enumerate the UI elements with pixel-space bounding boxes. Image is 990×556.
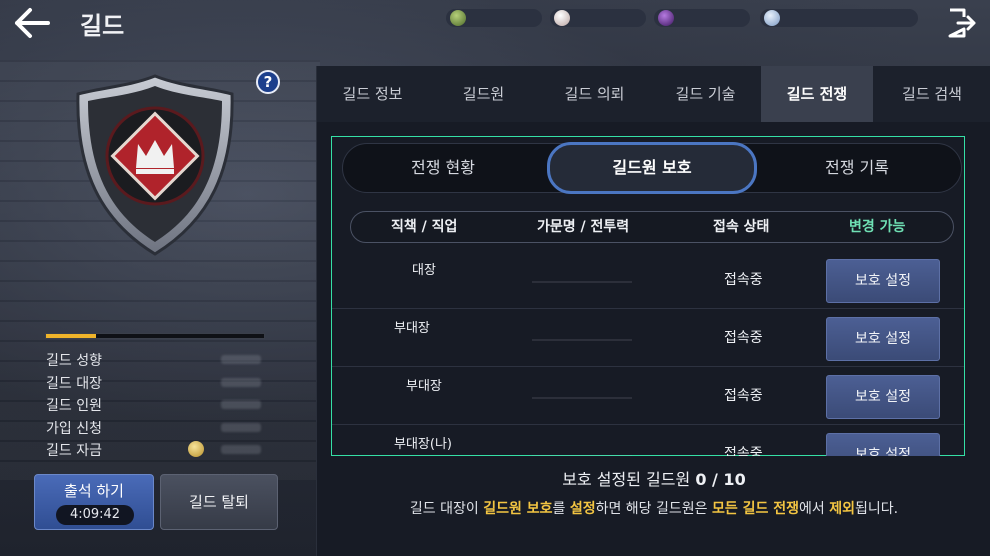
info-row-funds: 길드 자금 (46, 440, 276, 463)
notice-text: 됩니다. (855, 501, 899, 517)
notice-text: 길드 대장이 (409, 501, 484, 517)
table-row: 대장 접속중 보호 설정 (332, 251, 964, 309)
exit-door-icon (948, 8, 976, 38)
blurred-value (221, 355, 261, 364)
guild-emblem (70, 70, 240, 260)
currency-green-gem[interactable] (446, 9, 542, 27)
member-status: 접속중 (724, 330, 763, 346)
tab-members[interactable]: 길드원 (428, 66, 539, 122)
guild-panel: 길드 정보 길드원 길드 의뢰 길드 기술 길드 전쟁 길드 검색 전쟁 현황 … (316, 66, 990, 556)
header-family-power: 가문명 / 전투력 (537, 219, 630, 235)
currency-silver-coin[interactable] (760, 9, 918, 27)
member-rank: 부대장 (394, 321, 430, 336)
table-header: 직책 / 직업 가문명 / 전투력 접속 상태 변경 가능 (350, 211, 954, 243)
subtab-war-status[interactable]: 전쟁 현황 (343, 144, 543, 192)
member-status: 접속중 (724, 272, 763, 288)
protected-count-value: 0 / 10 (695, 470, 746, 489)
info-label: 가입 신청 (46, 420, 102, 437)
member-rank: 대장 (412, 263, 436, 278)
member-status: 접속중 (724, 388, 763, 404)
protect-setting-button[interactable]: 보호 설정 (826, 375, 940, 419)
table-row: 부대장 접속중 보호 설정 (332, 309, 964, 367)
blurred-family (532, 397, 632, 399)
info-label: 길드 인원 (46, 398, 102, 414)
currency-pearl[interactable] (550, 9, 646, 27)
member-list[interactable]: 대장 접속중 보호 설정 부대장 접속중 보호 설정 부대장 접속중 보호 설정… (332, 251, 964, 456)
gold-coin-icon (188, 441, 204, 457)
attend-button[interactable]: 출석 하기 4:09:42 (34, 474, 154, 530)
blurred-family (532, 339, 632, 341)
notice-text: 에서 (799, 501, 830, 517)
arrow-left-icon (15, 8, 50, 38)
info-row-members: 길드 인원 (46, 395, 276, 418)
tab-guild-war[interactable]: 길드 전쟁 (761, 66, 873, 122)
member-status: 접속중 (724, 446, 763, 456)
guild-exp-fill (46, 334, 97, 338)
tab-guild-search[interactable]: 길드 검색 (873, 66, 990, 122)
blurred-value (221, 400, 261, 409)
info-label: 길드 성향 (46, 353, 102, 369)
blurred-family (532, 455, 632, 456)
notice-text: 를 (552, 501, 570, 517)
protection-notice: 길드 대장이 길드원 보호를 설정하면 해당 길드원은 모든 길드 전쟁에서 제… (317, 498, 990, 518)
blurred-value (221, 377, 261, 387)
tab-guild-info[interactable]: 길드 정보 (317, 66, 428, 122)
leave-guild-button[interactable]: 길드 탈퇴 (160, 474, 278, 530)
war-subtabs: 전쟁 현황 길드원 보호 전쟁 기록 (342, 142, 962, 194)
info-label: 길드 자금 (46, 443, 102, 459)
info-row-applications: 가입 신청 (46, 418, 276, 441)
member-rank: 부대장(나) (394, 437, 452, 452)
tab-skills[interactable]: 길드 기술 (650, 66, 761, 122)
info-label: 길드 대장 (46, 375, 102, 392)
table-row: 부대장(나) 접속중 보호 설정 (332, 425, 964, 456)
notice-highlight: 제외 (829, 501, 855, 517)
table-row: 부대장 접속중 보호 설정 (332, 367, 964, 425)
purple-orb-icon (658, 10, 674, 26)
protect-setting-button[interactable]: 보호 설정 (826, 317, 940, 361)
guild-exp-bar (45, 333, 265, 339)
subtab-member-protection[interactable]: 길드원 보호 (547, 142, 757, 194)
silver-coin-icon (764, 10, 780, 26)
tab-quests[interactable]: 길드 의뢰 (539, 66, 650, 122)
exit-button[interactable] (944, 6, 978, 40)
pearl-icon (554, 10, 570, 26)
notice-highlight: 모든 길드 전쟁 (711, 501, 800, 517)
protect-setting-button[interactable]: 보호 설정 (826, 433, 940, 456)
page-title: 길드 (80, 12, 125, 40)
header-connection: 접속 상태 (713, 219, 770, 235)
blurred-family (532, 281, 632, 283)
attend-timer: 4:09:42 (56, 505, 134, 525)
currency-purple-orb[interactable] (654, 9, 750, 27)
blurred-value (221, 422, 261, 432)
crown-shield-emblem-icon (76, 74, 234, 256)
header-rank-class: 직책 / 직업 (391, 219, 458, 235)
header-changeable: 변경 가능 (849, 219, 906, 235)
guild-info-list: 길드 성향 길드 대장 길드 인원 가입 신청 길드 자금 (46, 350, 276, 463)
notice-text: 하면 해당 길드원은 (595, 501, 712, 517)
subtab-war-record[interactable]: 전쟁 기록 (757, 144, 957, 192)
member-protection-section: 전쟁 현황 길드원 보호 전쟁 기록 직책 / 직업 가문명 / 전투력 접속 … (331, 136, 965, 456)
protected-count-label: 보호 설정된 길드원 (562, 470, 691, 489)
info-row-leader: 길드 대장 (46, 373, 276, 396)
member-rank: 부대장 (406, 379, 442, 394)
back-arrow-button[interactable] (12, 6, 52, 40)
notice-highlight: 설정 (569, 501, 596, 517)
protect-setting-button[interactable]: 보호 설정 (826, 259, 940, 303)
info-row-disposition: 길드 성향 (46, 350, 276, 373)
notice-highlight: 길드원 보호 (483, 501, 553, 517)
top-bar: 길드 (0, 0, 990, 48)
blurred-value (221, 445, 261, 454)
attend-label: 출석 하기 (64, 482, 124, 500)
green-gem-icon (450, 10, 466, 26)
guild-tabs: 길드 정보 길드원 길드 의뢰 길드 기술 길드 전쟁 길드 검색 (317, 66, 990, 122)
help-icon[interactable]: ? (256, 70, 280, 94)
protected-count: 보호 설정된 길드원 0 / 10 (317, 466, 990, 490)
